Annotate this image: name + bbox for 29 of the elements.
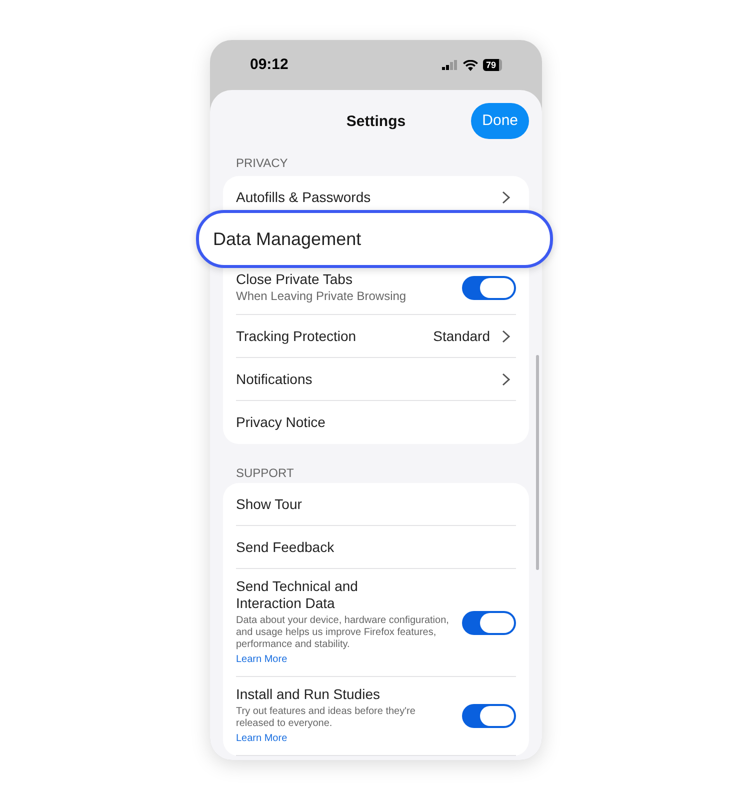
setting-subtitle: When Leaving Private Browsing: [236, 288, 406, 304]
setting-label[interactable]: Privacy Notice: [236, 412, 326, 433]
section-header: PRIVACY: [235, 155, 289, 172]
toggle-switch[interactable]: [462, 704, 516, 728]
setting-description: Data about your device, hardware configuration, and usage helps us improve Firefox features, performance and stability.: [236, 615, 450, 651]
chevron-icon: [502, 330, 510, 342]
status-time: 09:12: [250, 54, 288, 75]
chevron-icon: [502, 372, 510, 386]
setting-value: Standard: [433, 326, 490, 346]
setting-label[interactable]: Send Feedback: [236, 536, 334, 558]
battery-indicator: 79: [482, 59, 502, 71]
setting-label: Install and Run Studies: [236, 686, 381, 703]
learn-more-link[interactable]: Learn More: [236, 732, 288, 746]
toggle-switch[interactable]: [462, 276, 516, 300]
wifi-icon: [462, 60, 478, 70]
signal-icon: [442, 60, 458, 70]
section-header: SUPPORT: [235, 465, 295, 482]
setting-label: Send Technical and Interaction Data: [236, 578, 359, 612]
toggle-switch[interactable]: [462, 610, 516, 634]
chevron-icon: [502, 190, 510, 204]
setting-label[interactable]: Show Tour: [236, 494, 302, 514]
setting-label[interactable]: Tracking Protection: [236, 326, 356, 346]
setting-description: Try out features and ideas before they're released to everyone.: [236, 706, 416, 730]
highlighted-setting[interactable]: Data Management: [196, 210, 553, 268]
sheet-title: Settings: [346, 112, 406, 132]
setting-label[interactable]: Autofills & Passwords: [236, 186, 371, 208]
learn-more-link[interactable]: Learn More: [236, 653, 288, 667]
setting-label: Close Private Tabs: [236, 271, 354, 288]
setting-label[interactable]: Notifications: [236, 368, 312, 390]
